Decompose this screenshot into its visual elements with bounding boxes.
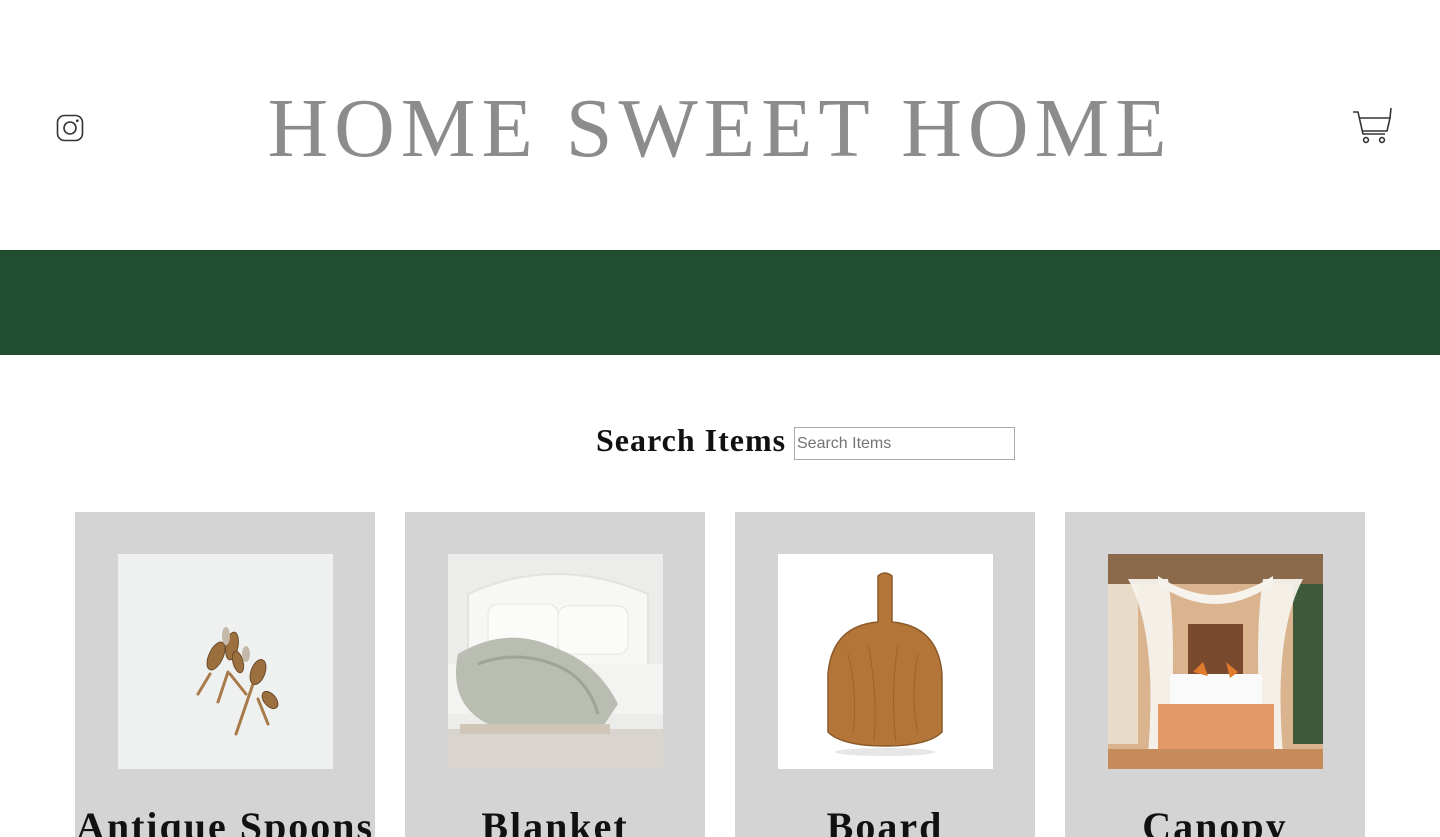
site-header: HOME SWEET HOME (0, 0, 1440, 250)
product-name[interactable]: Canopy (1065, 802, 1365, 837)
search-section: Search Items (0, 420, 1440, 470)
product-name[interactable]: Board (735, 802, 1035, 837)
product-grid: Antique Spoons Blanket Board Canopy (75, 512, 1365, 837)
product-card[interactable]: Board (735, 512, 1035, 837)
product-card[interactable]: Antique Spoons (75, 512, 375, 837)
canopy-bed-photo[interactable] (1108, 554, 1323, 769)
wooden-cutting-board-photo[interactable] (778, 554, 993, 769)
product-card[interactable]: Blanket (405, 512, 705, 837)
search-input[interactable] (794, 427, 1015, 460)
shopping-cart-icon[interactable] (1352, 106, 1392, 146)
product-name[interactable]: Blanket (405, 802, 705, 837)
search-label: Search Items (596, 422, 787, 458)
green-banner (0, 250, 1440, 355)
site-title[interactable]: HOME SWEET HOME (0, 82, 1440, 176)
antique-spoons-photo[interactable] (118, 554, 333, 769)
product-name[interactable]: Antique Spoons (75, 802, 375, 837)
blanket-on-bed-photo[interactable] (448, 554, 663, 769)
product-card[interactable]: Canopy (1065, 512, 1365, 837)
